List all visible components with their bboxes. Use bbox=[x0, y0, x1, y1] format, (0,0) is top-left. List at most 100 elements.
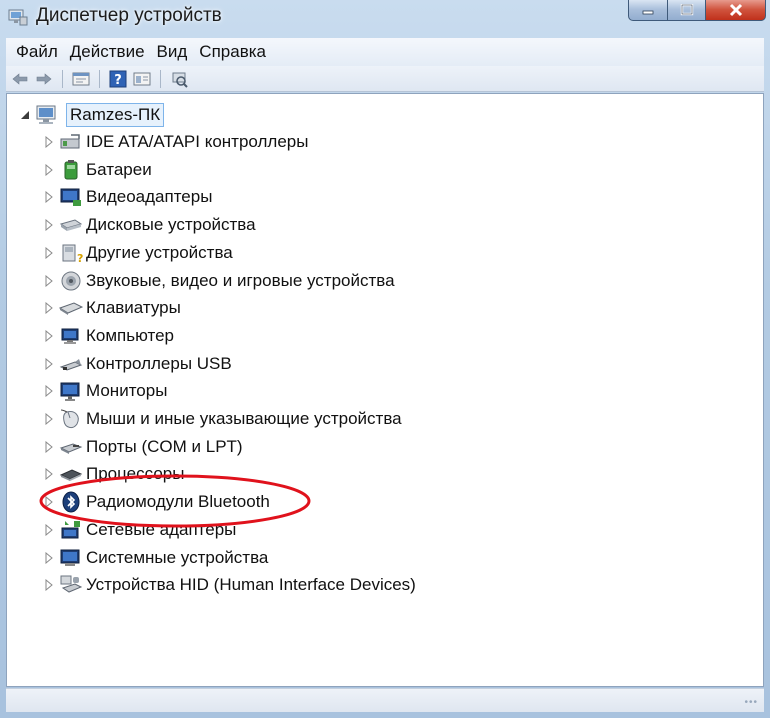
device-category-label: Другие устройства bbox=[86, 242, 233, 262]
device-category-item[interactable]: Сетевые адаптеры bbox=[43, 517, 603, 543]
expand-triangle-icon[interactable] bbox=[43, 551, 55, 564]
root-computer-label: Ramzes-ПК bbox=[66, 103, 165, 127]
close-icon bbox=[729, 3, 742, 16]
computer-icon bbox=[59, 325, 83, 347]
device-category-item[interactable]: Контроллеры USB bbox=[43, 351, 603, 377]
help-button[interactable]: ? bbox=[108, 69, 128, 89]
forward-button[interactable] bbox=[34, 69, 54, 89]
collapse-triangle-icon[interactable] bbox=[19, 109, 31, 121]
status-bar: ••• bbox=[6, 688, 764, 712]
expand-triangle-icon[interactable] bbox=[43, 523, 55, 536]
maximize-button[interactable] bbox=[668, 0, 706, 21]
device-category-item[interactable]: Процессоры bbox=[43, 461, 603, 487]
processor-icon bbox=[59, 463, 83, 485]
battery-icon bbox=[59, 159, 83, 181]
forward-arrow-icon bbox=[36, 72, 52, 85]
expand-triangle-icon[interactable] bbox=[43, 274, 55, 287]
resize-grip-icon[interactable]: ••• bbox=[744, 697, 758, 708]
menu-file[interactable]: Файл bbox=[10, 38, 64, 66]
scan-hardware-button[interactable] bbox=[169, 69, 189, 89]
usb-icon bbox=[59, 353, 83, 375]
device-category-item[interactable]: Дисковые устройства bbox=[43, 212, 603, 238]
expand-triangle-icon[interactable] bbox=[43, 496, 55, 509]
view-button[interactable] bbox=[132, 69, 152, 89]
device-category-item[interactable]: Клавиатуры bbox=[43, 295, 603, 321]
device-category-item[interactable]: Мыши и иные указывающие устройства bbox=[43, 406, 603, 432]
expand-triangle-icon[interactable] bbox=[43, 246, 55, 259]
keyboard-icon bbox=[59, 297, 83, 319]
device-category-item[interactable]: Мониторы bbox=[43, 378, 603, 404]
title-bar[interactable]: Диспетчер устройств bbox=[0, 0, 770, 36]
expand-triangle-icon[interactable] bbox=[43, 468, 55, 481]
device-category-item[interactable]: Порты (COM и LPT) bbox=[43, 434, 603, 460]
expand-triangle-icon[interactable] bbox=[43, 579, 55, 592]
device-manager-app-icon bbox=[8, 8, 28, 26]
view-icon bbox=[133, 72, 151, 85]
other-devices-icon: ? bbox=[59, 242, 83, 264]
device-category-item[interactable]: Батареи bbox=[43, 157, 603, 183]
expand-triangle-icon[interactable] bbox=[43, 163, 55, 176]
device-category-item[interactable]: Видеоадаптеры bbox=[43, 184, 603, 210]
device-category-label: Устройства HID (Human Interface Devices) bbox=[86, 575, 416, 595]
device-category-item[interactable]: ? Другие устройства bbox=[43, 240, 603, 266]
device-category-label: Контроллеры USB bbox=[86, 353, 232, 373]
menu-view[interactable]: Вид bbox=[151, 38, 194, 66]
expand-triangle-icon[interactable] bbox=[43, 413, 55, 425]
device-category-label: Батареи bbox=[86, 159, 152, 179]
device-category-item[interactable]: Устройства HID (Human Interface Devices) bbox=[43, 572, 603, 598]
device-tree-panel[interactable]: Ramzes-ПК IDE ATA/ATAPI контроллеры Батар… bbox=[6, 93, 764, 687]
expand-triangle-icon[interactable] bbox=[43, 440, 55, 453]
device-category-label: Процессоры bbox=[86, 464, 185, 484]
mouse-icon bbox=[59, 408, 83, 430]
device-category-item[interactable]: IDE ATA/ATAPI контроллеры bbox=[43, 129, 603, 155]
properties-icon bbox=[72, 72, 90, 85]
help-icon: ? bbox=[109, 70, 127, 88]
device-category-label: Сетевые адаптеры bbox=[86, 519, 237, 539]
device-category-label: Мыши и иные указывающие устройства bbox=[86, 409, 402, 428]
device-category-label: Системные устройства bbox=[86, 547, 269, 567]
toolbar-separator bbox=[99, 69, 100, 88]
device-category-item[interactable]: Системные устройства bbox=[43, 545, 603, 571]
menu-help[interactable]: Справка bbox=[193, 38, 272, 66]
back-button[interactable] bbox=[10, 69, 30, 89]
minimize-button[interactable] bbox=[628, 0, 668, 21]
device-category-item[interactable]: Радиомодули Bluetooth bbox=[43, 489, 603, 515]
network-adapter-icon bbox=[59, 519, 83, 541]
port-icon bbox=[59, 436, 83, 458]
svg-text:?: ? bbox=[77, 252, 83, 264]
device-category-label: Радиомодули Bluetooth bbox=[86, 492, 270, 512]
display-adapter-icon bbox=[59, 186, 83, 208]
menu-bar: Файл Действие Вид Справка bbox=[6, 38, 764, 66]
expand-triangle-icon[interactable] bbox=[43, 385, 55, 398]
svg-text:?: ? bbox=[114, 73, 122, 88]
tree-root-node[interactable]: Ramzes-ПК bbox=[19, 102, 165, 128]
scan-hardware-icon bbox=[172, 72, 188, 88]
device-category-label: Звуковые, видео и игровые устройства bbox=[86, 270, 395, 290]
device-manager-window: Диспетчер устройств Файл Действие Вид Сп… bbox=[0, 0, 770, 718]
device-category-label: Компьютер bbox=[86, 325, 174, 345]
expand-triangle-icon[interactable] bbox=[43, 219, 55, 232]
monitor-icon bbox=[59, 380, 83, 402]
sound-icon bbox=[59, 270, 83, 292]
device-category-label: Мониторы bbox=[86, 381, 168, 401]
close-button[interactable] bbox=[706, 0, 766, 21]
properties-button[interactable] bbox=[71, 69, 91, 89]
device-category-label: Видеоадаптеры bbox=[86, 187, 213, 207]
device-category-item[interactable]: Компьютер bbox=[43, 323, 603, 349]
hid-icon bbox=[59, 574, 83, 596]
back-arrow-icon bbox=[12, 72, 28, 85]
device-category-label: IDE ATA/ATAPI контроллеры bbox=[86, 132, 309, 151]
toolbar-separator bbox=[160, 69, 161, 88]
device-category-item[interactable]: Звуковые, видео и игровые устройства bbox=[43, 268, 603, 294]
expand-triangle-icon[interactable] bbox=[43, 136, 55, 148]
expand-triangle-icon[interactable] bbox=[43, 302, 55, 315]
toolbar-separator bbox=[62, 69, 63, 88]
expand-triangle-icon[interactable] bbox=[43, 357, 55, 370]
menu-action[interactable]: Действие bbox=[64, 38, 151, 66]
system-devices-icon bbox=[59, 547, 83, 569]
maximize-icon bbox=[680, 3, 693, 15]
ide-controller-icon bbox=[59, 131, 83, 153]
expand-triangle-icon[interactable] bbox=[43, 191, 55, 204]
computer-root-icon bbox=[35, 104, 59, 126]
expand-triangle-icon[interactable] bbox=[43, 329, 55, 342]
